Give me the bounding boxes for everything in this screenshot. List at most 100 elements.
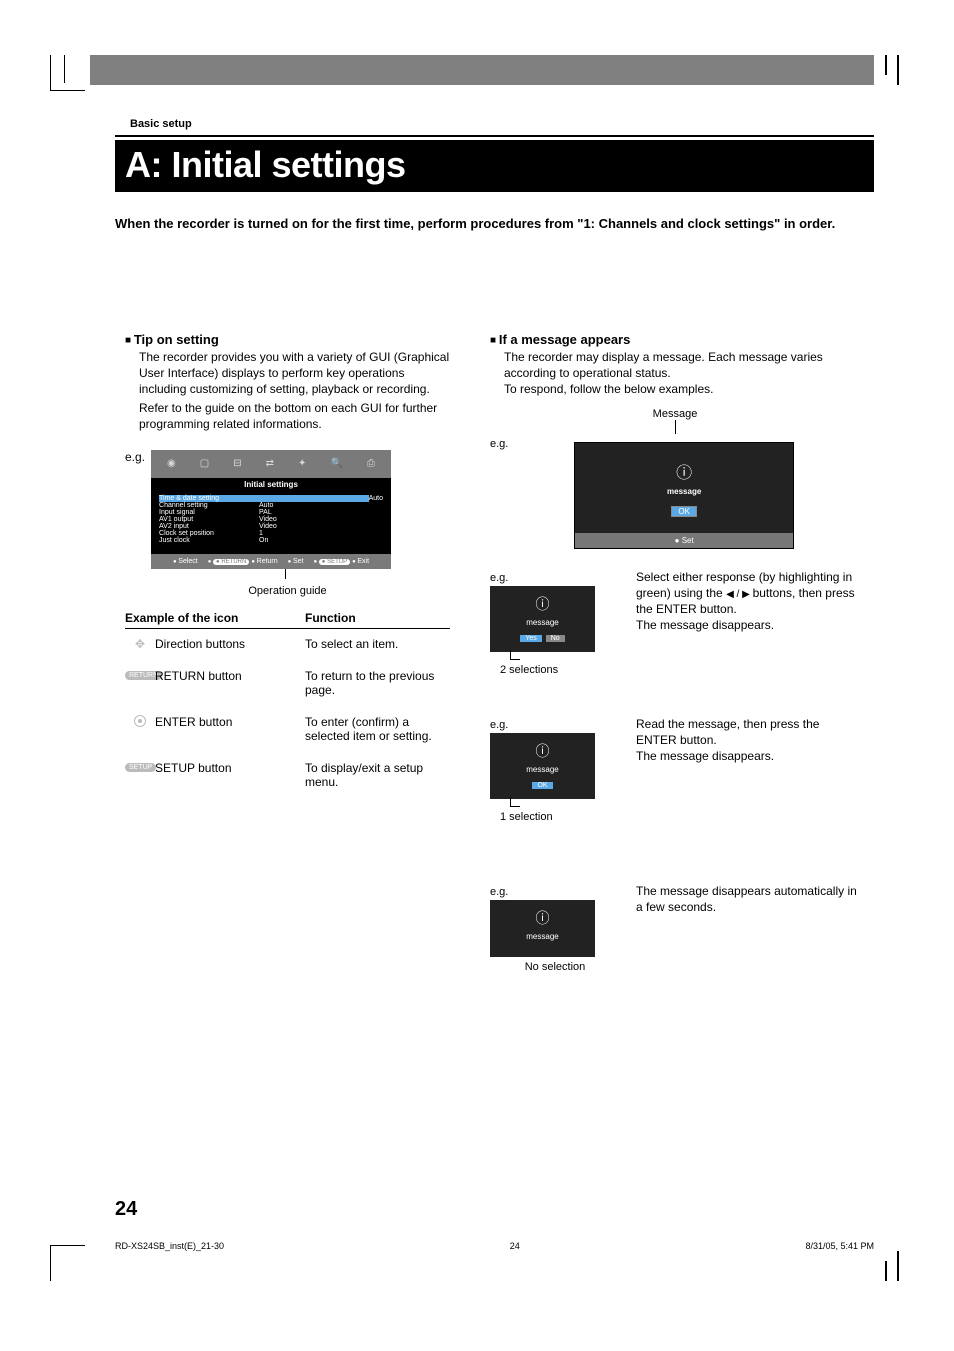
osd-operation-guide: Select RETURNReturn Set SETUPExit: [151, 554, 391, 569]
message-box-main: ⓘ message OK ● Set: [574, 442, 794, 549]
left-right-arrow-icon: ◀ / ▶: [726, 589, 753, 600]
section-underline: [115, 135, 874, 137]
section-label: Basic setup: [130, 118, 192, 130]
no-button: No: [546, 635, 565, 642]
eg-label: e.g.: [490, 719, 508, 731]
osd-tab-icon: ▢: [200, 458, 209, 469]
osd-tab-icon: ⊟: [233, 458, 241, 469]
message-text: message: [494, 932, 591, 941]
enter-icon: [134, 715, 146, 727]
osd-row-val: Auto: [369, 495, 383, 502]
icon-function: To select an item.: [305, 637, 450, 651]
footer-page: 24: [510, 1241, 520, 1251]
crop-mark-top-right: [874, 55, 899, 85]
osd-tab-icon: ⎙: [367, 458, 375, 469]
ex4-text1: The message disappears automatically in …: [636, 884, 857, 914]
osd-guide-return: RETURNReturn: [208, 558, 278, 565]
icon-function: To enter (confirm) a selected item or se…: [305, 715, 450, 743]
ex3-text2: The message disappears.: [636, 749, 774, 763]
message-heading: If a message appears: [490, 332, 860, 347]
osd-tab-bar: ◉ ▢ ⊟ ⇄ ✦ 🔍 ⎙: [151, 450, 391, 478]
icon-name: RETURN button: [155, 669, 305, 683]
info-icon: ⓘ: [676, 459, 692, 483]
title-band: A: Initial settings: [115, 140, 874, 192]
osd-example: ◉ ▢ ⊟ ⇄ ✦ 🔍 ⎙ Initial settings Time & da…: [151, 450, 391, 569]
eg-label: e.g.: [490, 886, 508, 898]
osd-tab-icon: 🔍: [330, 458, 342, 469]
icon-function: To display/exit a setup menu.: [305, 761, 450, 789]
eg-label-left: e.g.: [125, 450, 145, 464]
yes-button: Yes: [520, 635, 541, 642]
message-box-yesno: ⓘ message Yes No: [490, 586, 595, 652]
osd-row-key: Just clock: [159, 537, 259, 544]
icon-name: ENTER button: [155, 715, 305, 729]
icon-function-table: Example of the icon Function Direction b…: [125, 611, 450, 789]
message-p1: The recorder may display a message. Each…: [504, 349, 860, 381]
icon-name: Direction buttons: [155, 637, 305, 651]
osd-row-val: 1: [259, 530, 263, 537]
message-callout: Message: [653, 408, 698, 420]
crop-mark-bottom-right: [874, 1251, 899, 1281]
message-box-ok: ⓘ message OK: [490, 733, 595, 799]
setup-icon: SETUP: [125, 763, 156, 772]
ex2-text3: The message disappears.: [636, 618, 774, 632]
table-row: Direction buttons To select an item.: [125, 637, 450, 651]
intro-text: When the recorder is turned on for the f…: [115, 215, 865, 233]
osd-title: Initial settings: [151, 478, 391, 491]
info-icon: ⓘ: [494, 741, 591, 761]
osd-guide-select: Select: [173, 558, 198, 565]
page-number: 24: [115, 1198, 137, 1221]
ex3-text1: Read the message, then press the ENTER b…: [636, 717, 819, 747]
table-row: SETUP SETUP button To display/exit a set…: [125, 761, 450, 789]
osd-row-key: Time & date setting: [159, 495, 369, 502]
osd-row-key: Clock set position: [159, 530, 259, 537]
message-text: message: [494, 765, 591, 774]
eg-label: e.g.: [490, 438, 508, 450]
message-foot: ● Set: [575, 533, 793, 548]
icon-name: SETUP button: [155, 761, 305, 775]
osd-row-val: On: [259, 537, 268, 544]
footer-filename: RD-XS24SB_inst(E)_21-30: [115, 1241, 224, 1251]
tip-paragraph-1: The recorder provides you with a variety…: [139, 349, 450, 398]
osd-row-key: Channel setting: [159, 502, 259, 509]
info-icon: ⓘ: [494, 908, 591, 928]
ok-button: OK: [671, 506, 697, 517]
info-icon: ⓘ: [494, 594, 591, 614]
table-row: ENTER button To enter (confirm) a select…: [125, 715, 450, 743]
footer: RD-XS24SB_inst(E)_21-30 24 8/31/05, 5:41…: [115, 1241, 874, 1251]
osd-guide-exit: SETUPExit: [313, 558, 369, 565]
osd-guide-set: Set: [288, 558, 304, 565]
osd-tab-icon: ✦: [298, 458, 306, 469]
osd-row-key: AV2 input: [159, 523, 259, 530]
operation-guide-callout: Operation guide: [125, 585, 450, 597]
crop-mark-bottom-left: [20, 1221, 80, 1281]
eg-label: e.g.: [490, 572, 508, 584]
icon-function: To return to the previous page.: [305, 669, 450, 697]
message-box-auto: ⓘ message: [490, 900, 595, 957]
footer-timestamp: 8/31/05, 5:41 PM: [805, 1241, 874, 1251]
osd-row-val: Video: [259, 516, 277, 523]
message-text: message: [667, 487, 701, 496]
caption-1selection: 1 selection: [490, 811, 620, 823]
table-row: RETURN RETURN button To return to the pr…: [125, 669, 450, 697]
crop-mark-top-left: [20, 55, 80, 115]
osd-row-key: Input signal: [159, 509, 259, 516]
caption-2selections: 2 selections: [490, 664, 620, 676]
osd-tab-icon: ⇄: [266, 458, 274, 469]
tip-heading: Tip on setting: [125, 332, 450, 347]
direction-icon: [133, 637, 147, 651]
osd-row-key: AV1 output: [159, 516, 259, 523]
table-header-icon: Example of the icon: [125, 611, 305, 625]
message-text: message: [494, 618, 591, 627]
caption-noselection: No selection: [490, 961, 620, 973]
osd-row-val: PAL: [259, 509, 272, 516]
table-header-function: Function: [305, 611, 356, 625]
page-title: A: Initial settings: [125, 144, 864, 186]
osd-tab-icon: ◉: [167, 458, 176, 469]
osd-row-val: Auto: [259, 502, 273, 509]
osd-row-val: Video: [259, 523, 277, 530]
ok-button: OK: [532, 782, 552, 789]
message-p2: To respond, follow the below examples.: [504, 381, 860, 397]
tip-paragraph-2: Refer to the guide on the bottom on each…: [139, 400, 450, 432]
header-gray-bar: [90, 55, 874, 85]
